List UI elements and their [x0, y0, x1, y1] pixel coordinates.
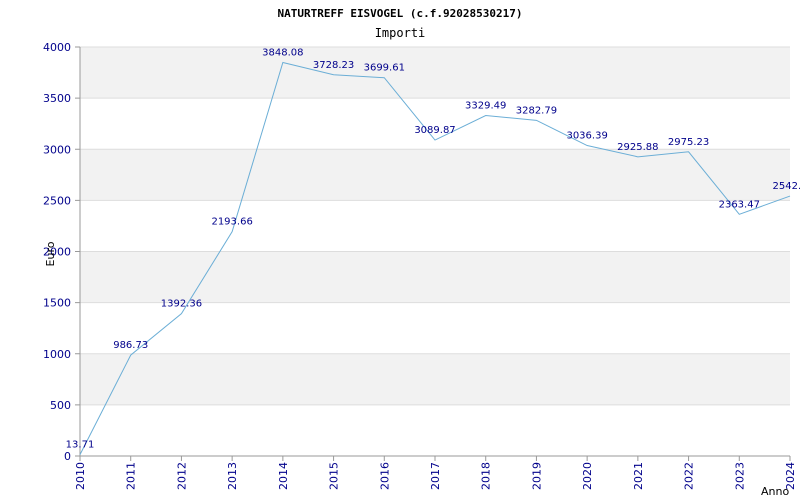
chart-subtitle: Importi — [375, 26, 426, 40]
grid-band — [80, 149, 790, 201]
y-tick-label: 1000 — [43, 348, 71, 361]
x-tick-label: 2018 — [480, 462, 493, 490]
grid-band — [80, 47, 790, 99]
data-label: 986.73 — [113, 340, 148, 351]
y-tick-label: 0 — [64, 450, 71, 463]
data-label: 2363.47 — [719, 199, 760, 210]
x-tick-label: 2016 — [378, 462, 391, 490]
data-label: 13.71 — [66, 440, 95, 451]
x-tick-label: 2021 — [632, 462, 645, 490]
y-tick-label: 500 — [50, 399, 71, 412]
grid-band — [80, 302, 790, 354]
data-label: 3329.49 — [465, 101, 506, 112]
y-tick-label: 3000 — [43, 143, 71, 156]
chart-title: NATURTREFF EISVOGEL (c.f.92028530217) — [277, 7, 522, 20]
y-tick-label: 4000 — [43, 41, 71, 54]
y-axis-label: Euro — [44, 241, 57, 266]
x-tick-label: 2017 — [429, 462, 442, 490]
data-label: 3282.79 — [516, 105, 557, 116]
data-label: 3036.39 — [566, 131, 607, 142]
x-tick-label: 2015 — [328, 462, 341, 490]
grid-band — [80, 200, 790, 252]
data-label: 2925.88 — [617, 142, 658, 153]
grid-band — [80, 404, 790, 456]
x-tick-label: 2019 — [530, 462, 543, 490]
x-tick-label: 2014 — [277, 462, 290, 490]
line-chart: 13.71 986.73 1392.36 2193.66 3848.08 3728.23 3… — [0, 0, 800, 500]
chart-canvas: 13.71 986.73 1392.36 2193.66 3848.08 3728.23 3… — [43, 7, 800, 498]
data-label: 3848.08 — [262, 48, 303, 59]
x-tick-label: 2020 — [581, 462, 594, 490]
x-tick-label: 2022 — [683, 462, 696, 490]
y-tick-label: 3500 — [43, 92, 71, 105]
x-tick-labels: 2010 2011 2012 2013 2014 2015 2016 2017 2018 2019… — [74, 462, 797, 490]
grid-band — [80, 353, 790, 405]
x-tick-label: 2011 — [125, 462, 138, 490]
x-tick-label: 2023 — [733, 462, 746, 490]
x-tick-label: 2010 — [74, 462, 87, 490]
x-axis-label: Anno — [761, 485, 789, 498]
grid-band — [80, 251, 790, 303]
data-label: 3699.61 — [364, 63, 405, 74]
data-label: 2975.23 — [668, 137, 709, 148]
data-label: 2193.66 — [211, 217, 252, 228]
data-label: 2542.3 — [773, 181, 800, 192]
y-tick-label: 1500 — [43, 297, 71, 310]
data-label: 1392.36 — [161, 299, 202, 310]
x-tick-label: 2012 — [175, 462, 188, 490]
data-label: 3089.87 — [414, 125, 455, 136]
data-label: 3728.23 — [313, 60, 354, 71]
x-tick-label: 2013 — [226, 462, 239, 490]
y-tick-label: 2500 — [43, 194, 71, 207]
